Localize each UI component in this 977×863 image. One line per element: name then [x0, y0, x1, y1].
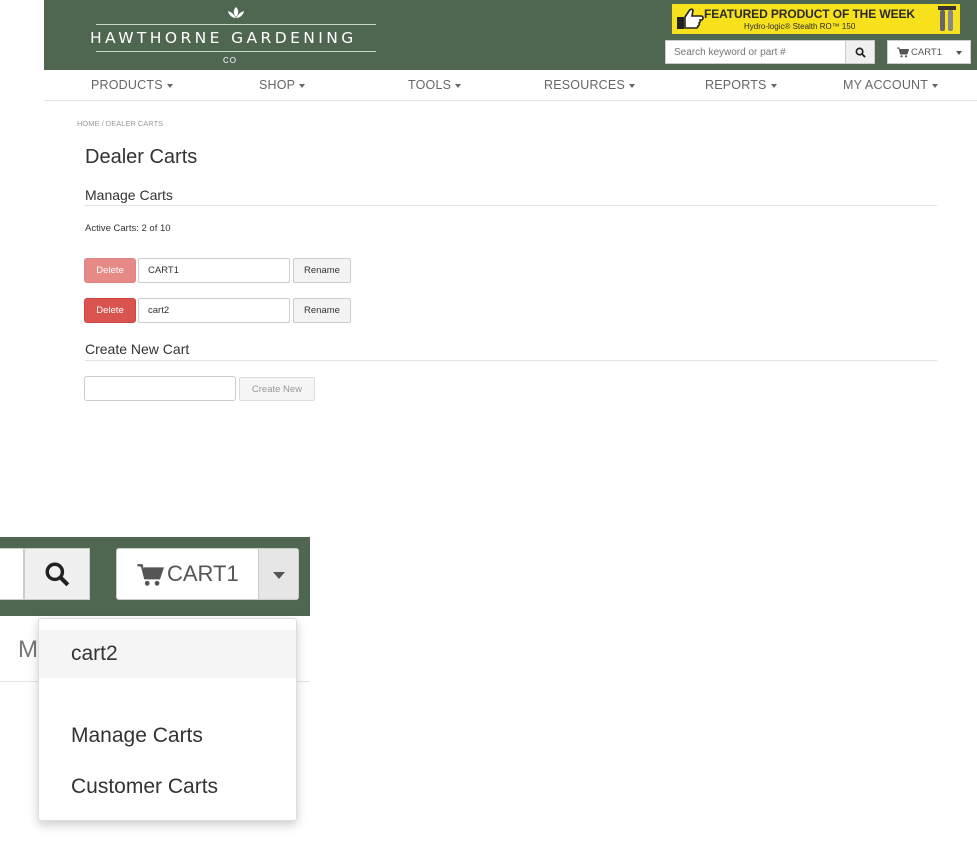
manage-carts-heading: Manage Carts — [85, 187, 173, 203]
cart-name-input[interactable] — [138, 258, 290, 283]
search-button[interactable] — [845, 40, 875, 64]
zoomed-search-input[interactable] — [0, 548, 24, 600]
pointing-hand-icon — [677, 8, 704, 29]
nav-item-reports[interactable]: REPORTS — [705, 78, 777, 92]
create-new-cart-button[interactable]: Create New — [239, 377, 315, 401]
cart-name-input[interactable] — [138, 298, 290, 323]
chevron-down-icon — [273, 572, 285, 579]
logo-divider — [96, 24, 376, 25]
nav-item-resources[interactable]: RESOURCES — [544, 78, 635, 92]
logo-divider — [96, 51, 376, 52]
chevron-down-icon — [770, 83, 777, 88]
dropdown-item-customer-carts[interactable]: Customer Carts — [39, 767, 296, 807]
cart-selector-button[interactable]: CART1 — [887, 40, 971, 64]
search-icon — [855, 47, 866, 58]
featured-title: FEATURED PRODUCT OF THE WEEK — [704, 7, 915, 21]
zoomed-nav-partial-text: M — [18, 636, 38, 663]
breadcrumb-separator: / — [101, 119, 104, 128]
ro-filter-product-icon — [938, 6, 956, 31]
rename-cart-button[interactable]: Rename — [293, 258, 351, 283]
active-carts-count: Active Carts: 2 of 10 — [85, 223, 171, 234]
cart-icon — [137, 564, 164, 586]
zoomed-search-button[interactable] — [24, 548, 90, 600]
cart-label: CART1 — [911, 47, 942, 58]
brand-name[interactable]: HAWTHORNE GARDENING — [90, 29, 430, 47]
featured-product-banner[interactable]: FEATURED PRODUCT OF THE WEEK Hydro-logic… — [672, 4, 960, 34]
nav-item-tools[interactable]: TOOLS — [408, 78, 462, 92]
page-title: Dealer Carts — [85, 146, 198, 168]
nav-item-products[interactable]: PRODUCTS — [91, 78, 173, 92]
delete-cart-button[interactable]: Delete — [84, 298, 136, 323]
chevron-down-icon[interactable] — [956, 51, 962, 55]
dropdown-item-cart2[interactable]: cart2 — [39, 630, 296, 678]
new-cart-name-input[interactable] — [84, 376, 236, 401]
search-icon — [45, 562, 70, 587]
cart-icon — [897, 47, 909, 58]
cart-dropdown-menu: cart2 Manage Carts Customer Carts — [38, 618, 297, 821]
chevron-down-icon — [628, 83, 635, 88]
breadcrumb-home[interactable]: HOME — [77, 119, 100, 128]
featured-subtitle: Hydro-logic® Stealth RO™ 150 — [744, 22, 856, 31]
chevron-down-icon — [455, 83, 462, 88]
breadcrumb-current: DEALER CARTS — [105, 119, 164, 128]
zoomed-cart-label: CART1 — [167, 561, 239, 586]
main-nav: PRODUCTS SHOP TOOLS RESOURCES REPORTS MY… — [44, 70, 977, 101]
dropdown-item-manage-carts[interactable]: Manage Carts — [39, 716, 296, 756]
chevron-down-icon — [166, 83, 173, 88]
rename-cart-button[interactable]: Rename — [293, 298, 351, 323]
breadcrumb: HOME / DEALER CARTS — [77, 119, 163, 128]
section-divider — [85, 360, 937, 361]
brand-suffix: CO — [223, 56, 237, 65]
cart-dropdown-toggle[interactable] — [258, 549, 298, 599]
nav-item-shop[interactable]: SHOP — [259, 78, 306, 92]
search-input[interactable] — [665, 40, 846, 64]
delete-cart-button[interactable]: Delete — [84, 258, 136, 283]
create-cart-heading: Create New Cart — [85, 341, 190, 357]
nav-item-my-account[interactable]: MY ACCOUNT — [843, 78, 939, 92]
chevron-down-icon — [299, 83, 306, 88]
section-divider — [85, 205, 937, 206]
chevron-down-icon — [932, 83, 939, 88]
leaf-logo-icon — [228, 7, 244, 18]
